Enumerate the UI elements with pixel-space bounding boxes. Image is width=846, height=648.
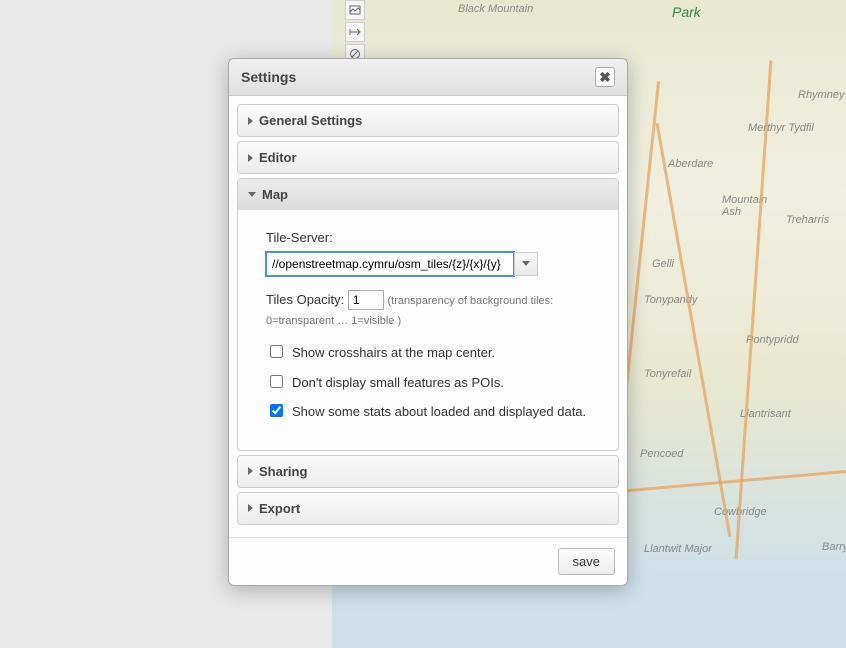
accordion-header-general[interactable]: General Settings — [238, 105, 618, 136]
accordion-sharing: Sharing — [237, 455, 619, 488]
stats-checkbox[interactable] — [270, 404, 283, 417]
accordion-label: General Settings — [259, 113, 362, 128]
accordion-label: Editor — [259, 150, 297, 165]
crosshairs-row: Show crosshairs at the map center. — [266, 343, 590, 363]
stats-row: Show some stats about loaded and display… — [266, 402, 590, 422]
tile-server-dropdown-toggle[interactable] — [514, 252, 538, 276]
accordion-header-sharing[interactable]: Sharing — [238, 456, 618, 487]
map-label: Llantwit Major — [644, 543, 712, 555]
save-button[interactable]: save — [558, 548, 615, 575]
tile-server-combo — [266, 252, 538, 276]
settings-dialog: Settings ✖ General Settings Editor Map T… — [228, 58, 628, 586]
map-label: Pencoed — [640, 448, 683, 460]
map-label: Treharris — [786, 214, 829, 226]
chevron-down-icon — [522, 261, 530, 266]
small-features-checkbox[interactable] — [270, 375, 283, 388]
close-icon: ✖ — [599, 69, 611, 86]
tiles-opacity-row: Tiles Opacity: (transparency of backgrou… — [266, 290, 590, 330]
chevron-right-icon — [248, 154, 253, 162]
image-icon — [349, 4, 361, 16]
accordion-label: Sharing — [259, 464, 307, 479]
accordion-header-map[interactable]: Map — [238, 179, 618, 210]
small-features-row: Don't display small features as POIs. — [266, 373, 590, 393]
accordion-general-settings: General Settings — [237, 104, 619, 137]
tile-server-label: Tile-Server: — [266, 228, 590, 248]
stats-label: Show some stats about loaded and display… — [292, 402, 590, 422]
chevron-down-icon — [248, 192, 256, 197]
tool-image-button[interactable] — [345, 0, 365, 20]
map-label: Merthyr Tydfil — [748, 122, 814, 134]
accordion-label: Map — [262, 187, 288, 202]
chevron-right-icon — [248, 504, 253, 512]
crosshairs-label: Show crosshairs at the map center. — [292, 343, 590, 363]
map-toolbar — [345, 0, 365, 66]
tool-width-button[interactable] — [345, 22, 365, 42]
map-label: Gelli — [652, 258, 674, 270]
map-label: Black Mountain — [458, 3, 533, 15]
map-label: Rhymney — [798, 89, 844, 101]
map-section-content: Tile-Server: Tiles Opacity: (transparenc… — [238, 210, 618, 450]
chevron-right-icon — [248, 117, 253, 125]
accordion-label: Export — [259, 501, 300, 516]
accordion-export: Export — [237, 492, 619, 525]
crosshairs-checkbox[interactable] — [270, 345, 283, 358]
map-label: Tonyrefail — [644, 368, 691, 380]
small-features-label: Don't display small features as POIs. — [292, 373, 590, 393]
chevron-right-icon — [248, 467, 253, 475]
dialog-close-button[interactable]: ✖ — [595, 67, 615, 87]
tiles-opacity-input[interactable] — [348, 290, 384, 310]
accordion-map: Map Tile-Server: Tiles Opacity: (transpa… — [237, 178, 619, 451]
dialog-footer: save — [229, 537, 627, 585]
dialog-body: General Settings Editor Map Tile-Server: — [229, 96, 627, 537]
map-label: Park — [672, 4, 701, 20]
map-label: Pontypridd — [746, 334, 799, 346]
accordion-editor: Editor — [237, 141, 619, 174]
tiles-opacity-label: Tiles Opacity: — [266, 292, 344, 307]
dialog-title: Settings — [241, 69, 296, 85]
width-icon — [349, 26, 361, 38]
map-label: Aberdare — [668, 158, 713, 170]
accordion-header-export[interactable]: Export — [238, 493, 618, 524]
dialog-header[interactable]: Settings ✖ — [229, 59, 627, 96]
tile-server-input[interactable] — [266, 252, 514, 276]
map-label: Barry — [822, 541, 846, 553]
accordion-header-editor[interactable]: Editor — [238, 142, 618, 173]
